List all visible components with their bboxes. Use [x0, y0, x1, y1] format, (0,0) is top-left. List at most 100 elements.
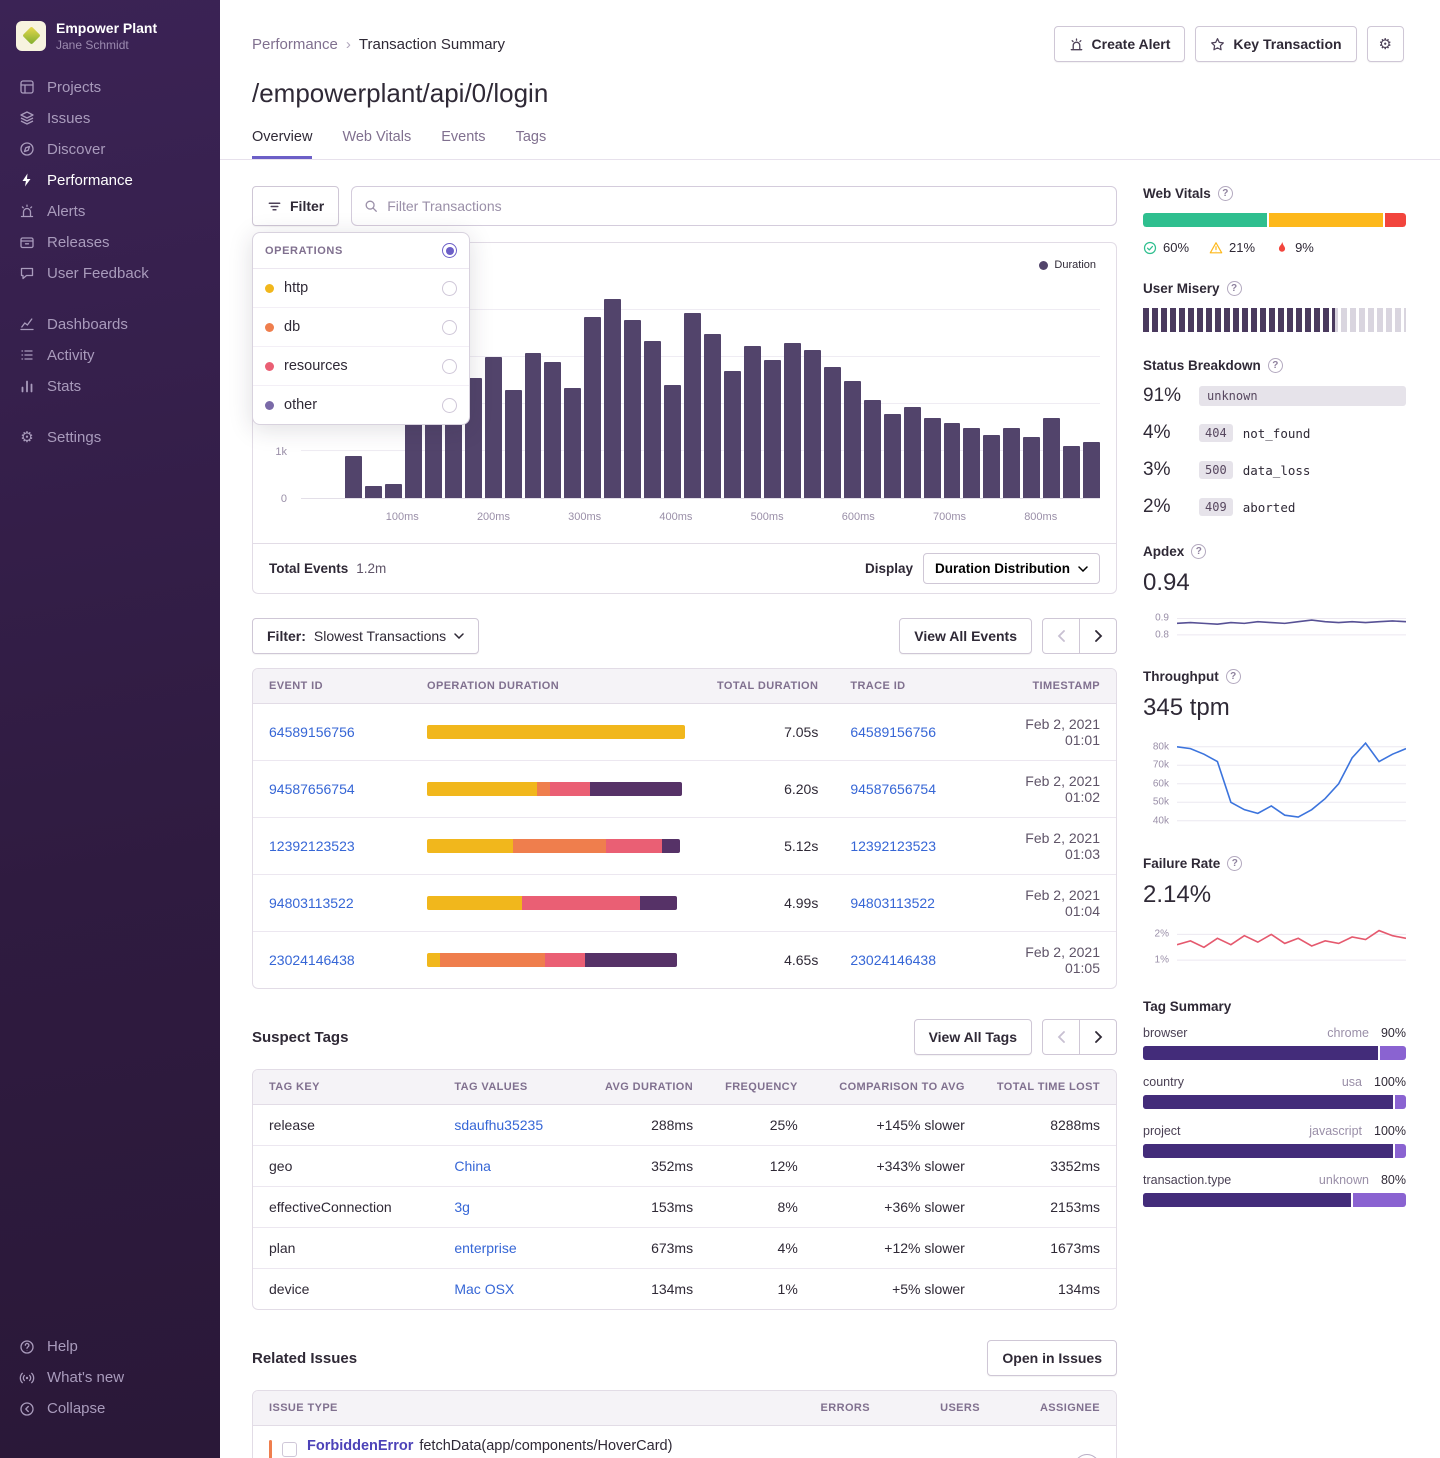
http-radio[interactable]: [442, 281, 457, 296]
help-circle-icon[interactable]: ?: [1191, 544, 1206, 559]
frequency: 4%: [709, 1228, 814, 1269]
sidebar-item-label: User Feedback: [47, 265, 149, 282]
other-radio[interactable]: [442, 398, 457, 413]
sidebar-item-alerts[interactable]: Alerts: [0, 196, 220, 227]
event-id-link[interactable]: 94803113522: [269, 895, 354, 911]
table-row: release sdaufhu35235 288ms 25% +145% slo…: [253, 1105, 1116, 1146]
trace-id-link[interactable]: 12392123523: [850, 838, 936, 854]
tab-overview[interactable]: Overview: [252, 129, 312, 159]
tag-summary-key: transaction.type: [1143, 1173, 1231, 1187]
operation-option-label: other: [284, 397, 317, 413]
trace-id-link[interactable]: 94803113522: [850, 895, 935, 911]
releases-icon: [18, 234, 36, 250]
sidebar-item-releases[interactable]: Releases: [0, 227, 220, 258]
operation-option-other[interactable]: other: [253, 386, 469, 424]
help-circle-icon[interactable]: ?: [1268, 358, 1283, 373]
tab-tags[interactable]: Tags: [516, 129, 547, 159]
assignee-button[interactable]: [1074, 1454, 1100, 1458]
key-transaction-button[interactable]: Key Transaction: [1195, 26, 1356, 62]
column-header: TIMESTAMP: [974, 669, 1116, 704]
trace-id-link[interactable]: 64589156756: [850, 724, 936, 740]
sidebar-item-stats[interactable]: Stats: [0, 371, 220, 402]
web-vitals-section: Web Vitals ? 60% 21%: [1143, 186, 1406, 255]
tag-value-link[interactable]: China: [454, 1158, 491, 1174]
sidebar-item-whats-new[interactable]: What's new: [0, 1362, 220, 1393]
event-id-link[interactable]: 94587656754: [269, 781, 355, 797]
table-row: 94587656754 6.20s 94587656754 Feb 2, 202…: [253, 761, 1116, 818]
previous-page-button[interactable]: [1042, 618, 1080, 654]
transactions-filter-dropdown[interactable]: Filter: Slowest Transactions: [252, 618, 479, 654]
view-all-events-button[interactable]: View All Events: [899, 618, 1032, 654]
timestamp: Feb 2, 2021 01:03: [974, 818, 1116, 875]
help-circle-icon[interactable]: ?: [1227, 856, 1242, 871]
tag-value-link[interactable]: enterprise: [454, 1240, 516, 1256]
tab-web-vitals[interactable]: Web Vitals: [342, 129, 411, 159]
issue-type-link[interactable]: ForbiddenError: [307, 1438, 413, 1454]
sidebar-item-projects[interactable]: Projects: [0, 72, 220, 103]
gear-icon: ⚙: [1379, 37, 1392, 52]
operation-option-resources[interactable]: resources: [253, 347, 469, 386]
resources-radio[interactable]: [442, 359, 457, 374]
help-circle-icon[interactable]: ?: [1218, 186, 1233, 201]
sidebar-item-discover[interactable]: Discover: [0, 134, 220, 165]
search-input[interactable]: [387, 198, 1104, 214]
sidebar-item-help[interactable]: Help: [0, 1331, 220, 1362]
op-segment-http: [427, 839, 513, 853]
operation-duration-bar: [427, 896, 677, 910]
tag-summary-row: country usa 100%: [1143, 1075, 1406, 1109]
issue-checkbox[interactable]: [282, 1442, 297, 1457]
view-all-tags-button[interactable]: View All Tags: [914, 1019, 1032, 1055]
help-circle-icon[interactable]: ?: [1226, 669, 1241, 684]
histogram-bar: [505, 390, 522, 498]
sidebar-item-settings[interactable]: ⚙ Settings: [0, 422, 220, 453]
histogram-bar: [983, 435, 1000, 498]
create-alert-button[interactable]: Create Alert: [1054, 26, 1186, 62]
status-row-aborted: 2% 409 aborted: [1143, 496, 1406, 518]
trace-id-link[interactable]: 94587656754: [850, 781, 936, 797]
open-in-issues-button[interactable]: Open in Issues: [987, 1340, 1117, 1376]
chart-legend[interactable]: Duration: [1039, 259, 1096, 271]
sidebar-item-dashboards[interactable]: Dashboards: [0, 309, 220, 340]
table-row: geo China 352ms 12% +343% slower 3352ms: [253, 1146, 1116, 1187]
event-id-link[interactable]: 12392123523: [269, 838, 355, 854]
suspect-tags-table-panel: TAG KEY TAG VALUES AVG DURATION FREQUENC…: [252, 1069, 1117, 1310]
sidebar-item-activity[interactable]: Activity: [0, 340, 220, 371]
settings-button[interactable]: ⚙: [1367, 26, 1404, 62]
tag-value-link[interactable]: sdaufhu35235: [454, 1117, 543, 1133]
sidebar-item-collapse[interactable]: Collapse: [0, 1393, 220, 1424]
event-id-link[interactable]: 23024146438: [269, 952, 355, 968]
column-header: TAG KEY: [253, 1070, 438, 1105]
filter-button[interactable]: Filter: [252, 186, 339, 226]
tab-events[interactable]: Events: [441, 129, 485, 159]
db-radio[interactable]: [442, 320, 457, 335]
status-breakdown-title: Status Breakdown: [1143, 358, 1261, 373]
sidebar-item-issues[interactable]: Issues: [0, 103, 220, 134]
sidebar-item-label: Dashboards: [47, 316, 128, 333]
operation-option-db[interactable]: db: [253, 308, 469, 347]
tag-value-link[interactable]: 3g: [454, 1199, 470, 1215]
chevron-down-icon: [454, 633, 464, 639]
help-circle-icon[interactable]: ?: [1227, 281, 1242, 296]
operations-dropdown-header: OPERATIONS: [253, 233, 469, 269]
transactions-section-head: Filter: Slowest Transactions View All Ev…: [252, 618, 1117, 654]
status-breakdown-section: Status Breakdown ? 91% unknown 4% 404 no…: [1143, 358, 1406, 518]
org-switcher[interactable]: Empower Plant Jane Schmidt: [0, 16, 220, 72]
trace-id-link[interactable]: 23024146438: [850, 952, 936, 968]
sidebar-item-performance[interactable]: Performance: [0, 165, 220, 196]
sidebar-item-user-feedback[interactable]: User Feedback: [0, 258, 220, 289]
histogram-bar: [1023, 437, 1040, 498]
display-dropdown[interactable]: Duration Distribution: [923, 553, 1100, 584]
operation-option-http[interactable]: http: [253, 269, 469, 308]
broadcast-icon: [18, 1370, 36, 1386]
tag-value-link[interactable]: Mac OSX: [454, 1281, 514, 1297]
sidebar-item-label: Releases: [47, 234, 110, 251]
column-header: FREQUENCY: [709, 1070, 814, 1105]
next-page-button[interactable]: [1079, 618, 1117, 654]
event-id-link[interactable]: 64589156756: [269, 724, 355, 740]
previous-page-button[interactable]: [1042, 1019, 1080, 1055]
tag-key: effectiveConnection: [253, 1187, 438, 1228]
column-header: ISSUE TYPE: [253, 1391, 776, 1426]
breadcrumb-performance[interactable]: Performance: [252, 36, 338, 53]
operations-all-radio[interactable]: [442, 243, 457, 258]
next-page-button[interactable]: [1079, 1019, 1117, 1055]
